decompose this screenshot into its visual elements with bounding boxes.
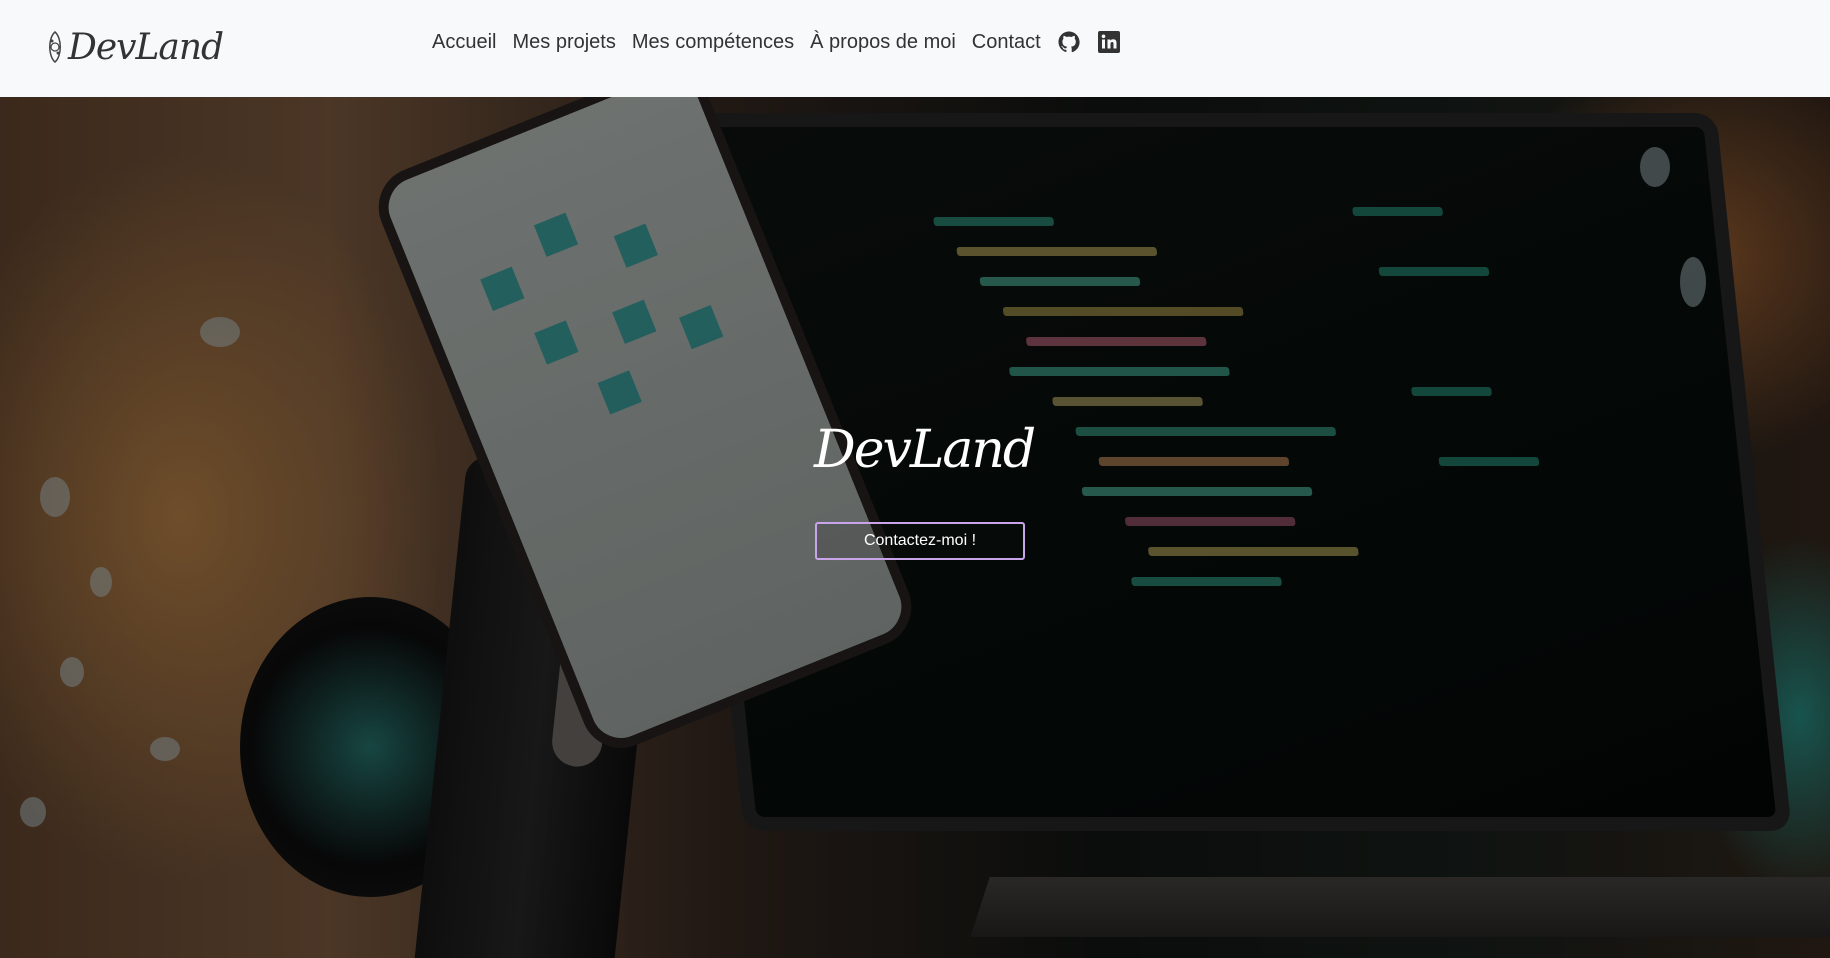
nav-link-a-propos[interactable]: À propos de moi <box>810 31 956 54</box>
nav-menu: Accueil Mes projets Mes compétences À pr… <box>432 30 1121 54</box>
linkedin-icon[interactable] <box>1097 30 1121 54</box>
nav-link-accueil[interactable]: Accueil <box>432 31 496 54</box>
nav-link-competences[interactable]: Mes compétences <box>632 31 794 54</box>
hero-section: DevLand Contactez-moi ! <box>0 97 1830 958</box>
github-icon[interactable] <box>1057 30 1081 54</box>
contact-me-button[interactable]: Contactez-moi ! <box>815 522 1025 560</box>
nav-link-contact[interactable]: Contact <box>972 31 1041 54</box>
floral-ornament-icon <box>49 31 61 63</box>
brand-logo-text: DevLand <box>68 26 224 68</box>
navbar: DevLand Accueil Mes projets Mes compéten… <box>0 0 1830 97</box>
hero-logo: DevLand <box>812 415 1036 485</box>
hero-title-text: DevLand <box>814 420 1036 480</box>
brand-logo[interactable]: DevLand <box>44 24 224 70</box>
nav-link-projets[interactable]: Mes projets <box>512 31 615 54</box>
